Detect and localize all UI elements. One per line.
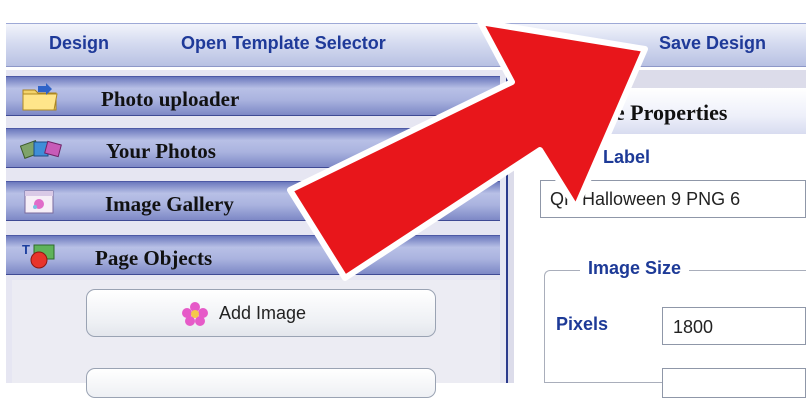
accordion-your-photos[interactable]: Your Photos (6, 128, 500, 168)
accordion-label-page-objects: Page Objects (95, 246, 213, 270)
pixels-label: Pixels (556, 314, 609, 334)
accordion-page-objects[interactable]: T Page Objects (6, 235, 500, 275)
menu-item-open-template-selector[interactable]: Open Template Selector (181, 33, 386, 54)
image-label-caption: Image Label (546, 147, 651, 167)
flower-icon (182, 302, 208, 326)
folder-upload-icon (22, 83, 58, 111)
accordion-image-gallery[interactable]: Image Gallery (6, 181, 500, 221)
pixels-input[interactable]: 1800 (662, 307, 806, 345)
image-size-legend: Image Size (580, 258, 690, 279)
add-image-button[interactable]: Add Image (86, 289, 436, 337)
menu-item-design[interactable]: Design (49, 33, 109, 54)
add-text-button[interactable] (86, 368, 436, 398)
add-image-label: Add Image (219, 303, 307, 323)
photos-icon (20, 139, 62, 159)
svg-text:T: T (22, 242, 30, 257)
accordion-label-photo-uploader: Photo uploader (101, 87, 240, 111)
image-label-input[interactable]: QP-Halloween 9 PNG 6 (540, 180, 806, 218)
gallery-icon (24, 190, 54, 214)
page-objects-icon: T (22, 242, 55, 269)
menu-item-windows[interactable]: Windows (500, 33, 579, 54)
inches-input[interactable] (662, 368, 806, 398)
accordion-label-your-photos: Your Photos (106, 139, 216, 163)
accordion-label-image-gallery: Image Gallery (105, 192, 234, 216)
menu-item-save-design[interactable]: Save Design (659, 33, 766, 54)
accordion-photo-uploader[interactable]: Photo uploader (6, 76, 500, 116)
properties-title: Image Properties (566, 100, 728, 125)
